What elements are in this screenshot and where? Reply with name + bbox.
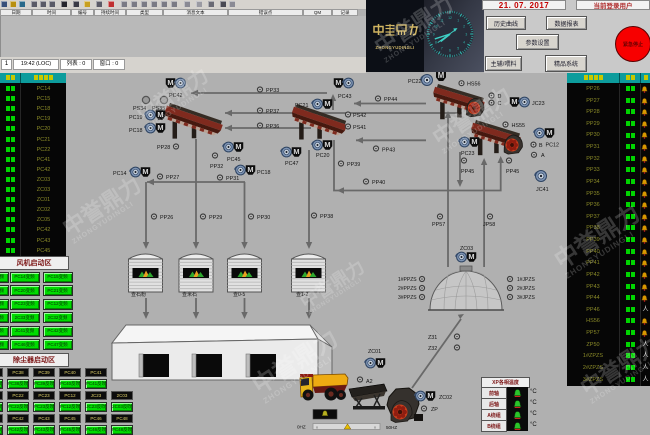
svg-text:PC21: PC21 — [295, 103, 309, 109]
svg-text:查石粉: 查石粉 — [131, 291, 146, 298]
svg-text:6: 6 — [449, 49, 451, 53]
svg-text:M: M — [142, 167, 148, 176]
svg-text:PP31: PP31 — [226, 176, 239, 182]
svg-text:PP28: PP28 — [157, 145, 170, 151]
svg-text:1: 1 — [457, 18, 459, 22]
svg-text:PS35: PS35 — [152, 106, 165, 112]
svg-text:PP27: PP27 — [166, 175, 179, 181]
svg-text:PC23: PC23 — [461, 151, 475, 157]
svg-text:B: B — [539, 143, 543, 149]
svg-text:PC47: PC47 — [285, 161, 299, 167]
svg-text:7: 7 — [441, 47, 443, 51]
svg-text:M: M — [167, 78, 173, 87]
svg-text:9: 9 — [433, 32, 435, 36]
svg-text:4: 4 — [463, 41, 465, 45]
svg-text:PC19: PC19 — [129, 115, 143, 121]
svg-text:x: x — [316, 424, 318, 429]
svg-text:3#PPZS: 3#PPZS — [398, 295, 417, 301]
svg-text:ZC01: ZC01 — [368, 349, 381, 355]
svg-text:ZP: ZP — [431, 407, 438, 413]
svg-text:ZC03: ZC03 — [460, 246, 473, 252]
svg-text:PC20: PC20 — [316, 153, 330, 159]
svg-text:PP57: PP57 — [432, 222, 445, 228]
svg-text:11: 11 — [440, 18, 444, 22]
svg-text:JC41: JC41 — [536, 187, 549, 193]
svg-text:5: 5 — [457, 47, 459, 51]
svg-text:HS55: HS55 — [512, 123, 526, 129]
svg-text:M: M — [324, 140, 330, 149]
svg-text:10: 10 — [434, 24, 438, 28]
svg-text:PC18: PC18 — [257, 170, 271, 176]
svg-text:PC42: PC42 — [169, 93, 183, 99]
svg-text:C: C — [498, 101, 502, 107]
svg-text:PP26: PP26 — [160, 215, 173, 221]
svg-text:M: M — [427, 391, 433, 400]
svg-text:M: M — [546, 128, 552, 137]
svg-text:ZC02: ZC02 — [439, 395, 452, 401]
svg-text:3#JPZS: 3#JPZS — [517, 295, 535, 301]
svg-text:8: 8 — [435, 41, 437, 45]
svg-text:2: 2 — [463, 24, 465, 28]
svg-text:M: M — [471, 137, 477, 146]
svg-text:x: x — [374, 424, 376, 429]
svg-text:PP38: PP38 — [320, 214, 333, 220]
svg-text:D: D — [498, 94, 502, 100]
svg-text:PP44: PP44 — [384, 97, 397, 103]
svg-text:PS34: PS34 — [133, 106, 146, 112]
svg-text:查0-5: 查0-5 — [233, 291, 245, 298]
svg-text:2#JPZS: 2#JPZS — [517, 286, 535, 292]
svg-text:M: M — [438, 71, 445, 80]
svg-text:M: M — [293, 147, 299, 156]
svg-text:3: 3 — [465, 32, 467, 36]
svg-text:Z32: Z32 — [428, 346, 437, 352]
svg-text:PP37: PP37 — [266, 109, 279, 115]
svg-text:PC22: PC22 — [408, 79, 422, 85]
svg-text:A2: A2 — [366, 379, 373, 385]
svg-text:50HZ: 50HZ — [386, 425, 397, 430]
svg-text:PC12: PC12 — [546, 143, 560, 149]
svg-text:M: M — [377, 358, 383, 367]
svg-text:PS42: PS42 — [353, 113, 366, 119]
svg-text:PC14: PC14 — [113, 171, 127, 177]
svg-text:PP45: PP45 — [506, 169, 519, 175]
svg-text:M: M — [511, 97, 517, 106]
svg-text:JP58: JP58 — [483, 222, 495, 228]
svg-text:PP43: PP43 — [382, 147, 395, 153]
svg-text:PP32: PP32 — [210, 164, 223, 170]
svg-text:1#JPZS: 1#JPZS — [517, 277, 535, 283]
svg-text:JC23: JC23 — [532, 101, 545, 107]
svg-text:Z31: Z31 — [428, 335, 437, 341]
svg-text:A: A — [541, 153, 545, 159]
svg-text:PC43: PC43 — [338, 94, 352, 100]
svg-text:PC18: PC18 — [129, 128, 143, 134]
svg-text:1#PPZS: 1#PPZS — [398, 277, 417, 283]
svg-text:0HZ: 0HZ — [297, 425, 306, 430]
svg-text:M: M — [235, 142, 241, 151]
svg-text:ZHONGYUDINGLI: ZHONGYUDINGLI — [375, 45, 414, 50]
svg-text:PP40: PP40 — [372, 180, 385, 186]
svg-text:PC45: PC45 — [227, 157, 241, 163]
svg-text:M: M — [247, 165, 253, 174]
svg-text:2#PPZS: 2#PPZS — [398, 286, 417, 292]
svg-text:HS56: HS56 — [467, 81, 481, 87]
svg-text:查米石: 查米石 — [182, 291, 197, 298]
svg-text:M: M — [335, 78, 341, 87]
svg-text:PS41: PS41 — [353, 125, 366, 131]
svg-text:M: M — [324, 99, 330, 108]
svg-text:PP39: PP39 — [347, 162, 360, 168]
svg-text:查1-2: 查1-2 — [296, 291, 308, 298]
svg-text:12: 12 — [448, 16, 452, 20]
svg-text:PP45: PP45 — [461, 169, 474, 175]
svg-text:PP29: PP29 — [209, 215, 222, 221]
svg-text:M: M — [157, 123, 163, 132]
svg-text:PP33: PP33 — [266, 88, 279, 94]
svg-text:M: M — [468, 252, 474, 261]
svg-text:PP30: PP30 — [257, 215, 270, 221]
svg-text:PP36: PP36 — [266, 124, 279, 130]
